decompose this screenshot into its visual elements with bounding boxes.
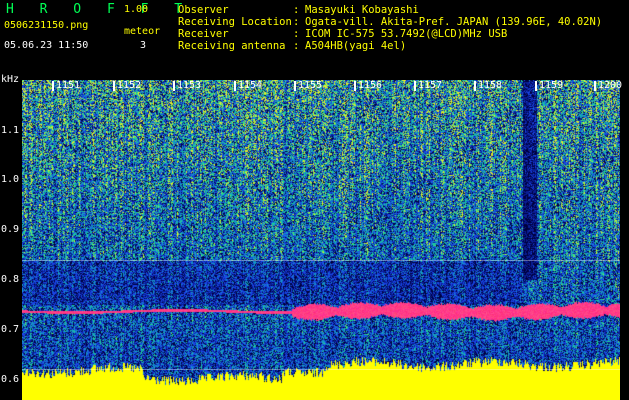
- observer-key: Observer: [178, 4, 229, 16]
- y-tick-label: 0.8: [1, 274, 20, 285]
- file-name: 0506231150.png: [4, 20, 89, 31]
- x-tick-label: 1154: [233, 80, 263, 91]
- x-tick-label: 1200: [593, 80, 623, 91]
- receiver-value: ICOM IC-575 53.7492(@LCD)MHz USB: [305, 28, 508, 40]
- y-tick-label: 0.7: [1, 324, 20, 335]
- x-tick-label: 1151: [51, 80, 81, 91]
- location-value: Ogata-vill. Akita-Pref. JAPAN (139.96E, …: [305, 16, 603, 28]
- app-name: H R O F F T: [6, 2, 192, 17]
- y-tick-label: 1.0: [1, 174, 20, 185]
- grid-line: [22, 369, 620, 370]
- x-tick-label: 1157: [413, 80, 443, 91]
- meteor-count: 3: [140, 40, 147, 51]
- x-tick-label: 1159: [534, 80, 564, 91]
- file-datetime: 05.06.23 11:50: [4, 40, 89, 51]
- x-tick-label: 1156: [353, 80, 383, 91]
- x-tick-label: 1155: [293, 80, 323, 91]
- y-tick-label: 0.6: [1, 374, 20, 385]
- meteor-label: meteor: [124, 26, 161, 37]
- x-tick-label: 1158: [473, 80, 503, 91]
- location-key: Receiving Location: [178, 16, 292, 28]
- x-tick-label: 1152: [112, 80, 142, 91]
- x-tick-label: 1153: [172, 80, 202, 91]
- y-tick-label: 1.1: [1, 125, 20, 136]
- y-axis-unit: kHz: [1, 74, 20, 85]
- y-tick-label: 0.9: [1, 224, 20, 235]
- station-info: Observer: Masayuki Kobayashi Receiving L…: [178, 4, 603, 52]
- observer-value: Masayuki Kobayashi: [305, 4, 419, 16]
- receiver-key: Receiver: [178, 28, 229, 40]
- antenna-key: Receiving antenna: [178, 40, 286, 52]
- grid-line: [22, 260, 620, 261]
- spectrogram: [22, 80, 620, 400]
- antenna-value: A504HB(yagi 4el): [305, 40, 407, 52]
- app-version: 1.00: [124, 4, 149, 15]
- spectrogram-canvas: [22, 80, 620, 400]
